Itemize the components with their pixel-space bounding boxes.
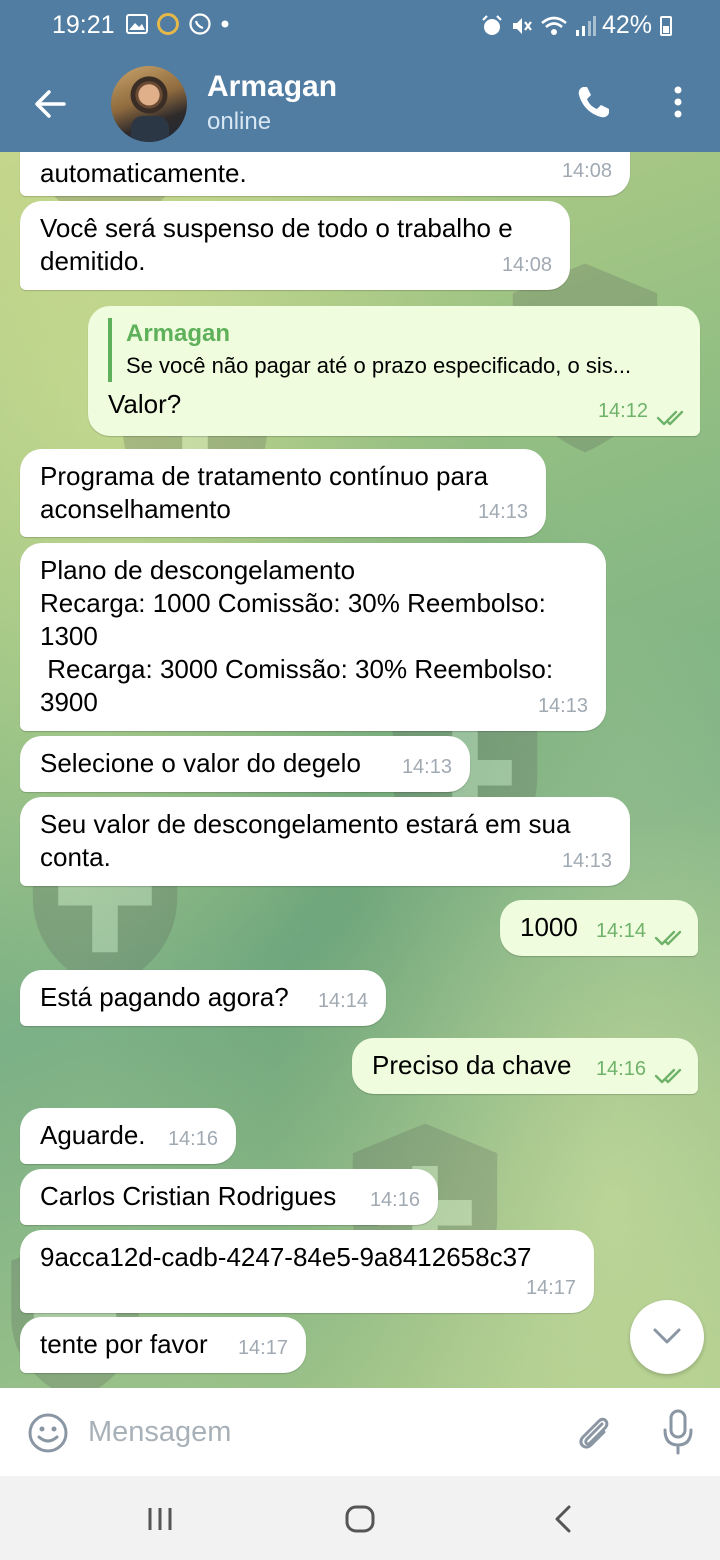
message-time: 14:16 (369, 1189, 420, 1211)
message-time: 14:13 (537, 695, 588, 717)
message-time: 14:13 (401, 756, 452, 778)
message-time: 14:17 (237, 1337, 288, 1359)
message-text: Seu valor de descongelamento estará em s… (40, 809, 571, 872)
chat-header: 19:21 42% Armagan online (0, 0, 720, 152)
message-bubble-incoming[interactable]: Plano de descongelamento Recarga: 1000 C… (20, 543, 606, 731)
message-text: Carlos Cristian Rodrigues (40, 1181, 337, 1211)
message-time: 14:08 (501, 254, 552, 276)
gallery-icon (126, 14, 148, 34)
message-bubble-incoming[interactable]: Você será suspenso de todo o trabalho e … (20, 201, 570, 290)
message-composer (0, 1388, 720, 1476)
message-time: 14:16 (167, 1128, 218, 1150)
message-bubble-outgoing[interactable]: Armagan Se você não pagar até o prazo es… (88, 306, 700, 436)
contact-status: online (207, 108, 272, 135)
message-bubble-incoming[interactable]: automaticamente. 14:08 (20, 152, 630, 196)
message-bubble-incoming[interactable]: Seu valor de descongelamento estará em s… (20, 797, 630, 886)
message-text: automaticamente. (40, 158, 247, 188)
message-bubble-incoming[interactable]: Programa de tratamento contínuo para aco… (20, 449, 546, 537)
message-time: 14:12 (597, 400, 648, 422)
avatar[interactable] (111, 66, 187, 142)
double-check-icon (654, 1068, 682, 1084)
mute-icon (512, 17, 532, 34)
message-bubble-incoming[interactable]: Selecione o valor do degelo 14:13 (20, 736, 470, 792)
message-bubble-incoming[interactable]: Aguarde. 14:16 (20, 1108, 236, 1164)
double-check-icon (656, 410, 684, 426)
more-vertical-icon[interactable] (664, 82, 692, 122)
dot-icon (221, 20, 229, 28)
reply-text: Se você não pagar até o prazo especifica… (126, 353, 632, 378)
message-text: Selecione o valor do degelo (40, 748, 361, 778)
circle-app-icon (157, 13, 179, 35)
message-text: Plano de descongelamento Recarga: 1000 C… (40, 555, 554, 717)
chevron-down-icon (653, 1328, 681, 1344)
scroll-to-bottom-button[interactable] (630, 1300, 704, 1374)
signal-icon (575, 15, 596, 36)
whatsapp-icon (189, 13, 211, 35)
message-list[interactable]: automaticamente. 14:08 Você será suspens… (0, 152, 720, 1388)
double-check-icon (654, 930, 682, 946)
status-notification-icons (126, 12, 230, 36)
message-bubble-incoming[interactable]: Carlos Cristian Rodrigues 14:16 (20, 1169, 438, 1225)
message-text: Você será suspenso de todo o trabalho e … (40, 213, 513, 276)
message-bubble-outgoing[interactable]: 1000 14:14 (500, 900, 698, 956)
message-input[interactable] (88, 1408, 548, 1456)
recent-apps-icon[interactable] (146, 1506, 174, 1532)
message-time: 14:14 (595, 920, 646, 942)
phone-icon[interactable] (574, 82, 614, 122)
emoji-icon[interactable] (27, 1412, 69, 1454)
system-navigation-bar (0, 1476, 720, 1560)
message-bubble-incoming[interactable]: 9acca12d-cadb-4247-84e5-9a8412658c37 14:… (20, 1230, 594, 1313)
status-system-icons: 42% (480, 11, 672, 40)
alarm-icon (482, 14, 502, 35)
message-text: Valor? (108, 389, 182, 419)
home-icon[interactable] (344, 1504, 376, 1534)
paperclip-icon[interactable] (574, 1412, 614, 1454)
battery-level: 42% (601, 11, 652, 39)
message-text: 9acca12d-cadb-4247-84e5-9a8412658c37 (40, 1242, 532, 1272)
message-bubble-incoming[interactable]: Está pagando agora? 14:14 (20, 970, 386, 1026)
message-time: 14:08 (561, 160, 612, 182)
message-bubble-outgoing[interactable]: Preciso da chave 14:16 (352, 1038, 698, 1094)
message-time: 14:13 (561, 850, 612, 872)
message-bubble-incoming[interactable]: tente por favor 14:17 (20, 1317, 306, 1373)
message-time: 14:14 (317, 990, 368, 1012)
message-time: 14:16 (595, 1058, 646, 1080)
back-icon[interactable] (552, 1504, 574, 1534)
wifi-icon (541, 16, 567, 35)
status-bar: 19:21 42% (0, 0, 720, 52)
message-time: 14:17 (525, 1277, 576, 1299)
battery-icon (660, 15, 672, 36)
reply-author: Armagan (126, 320, 231, 347)
status-time: 19:21 (52, 11, 115, 39)
arrow-left-icon[interactable] (30, 84, 70, 124)
message-text: Programa de tratamento contínuo para aco… (40, 461, 489, 524)
reply-quote[interactable]: Armagan Se você não pagar até o prazo es… (108, 318, 680, 382)
message-time: 14:13 (477, 501, 528, 523)
microphone-icon[interactable] (660, 1408, 696, 1456)
contact-name[interactable]: Armagan (207, 70, 337, 104)
